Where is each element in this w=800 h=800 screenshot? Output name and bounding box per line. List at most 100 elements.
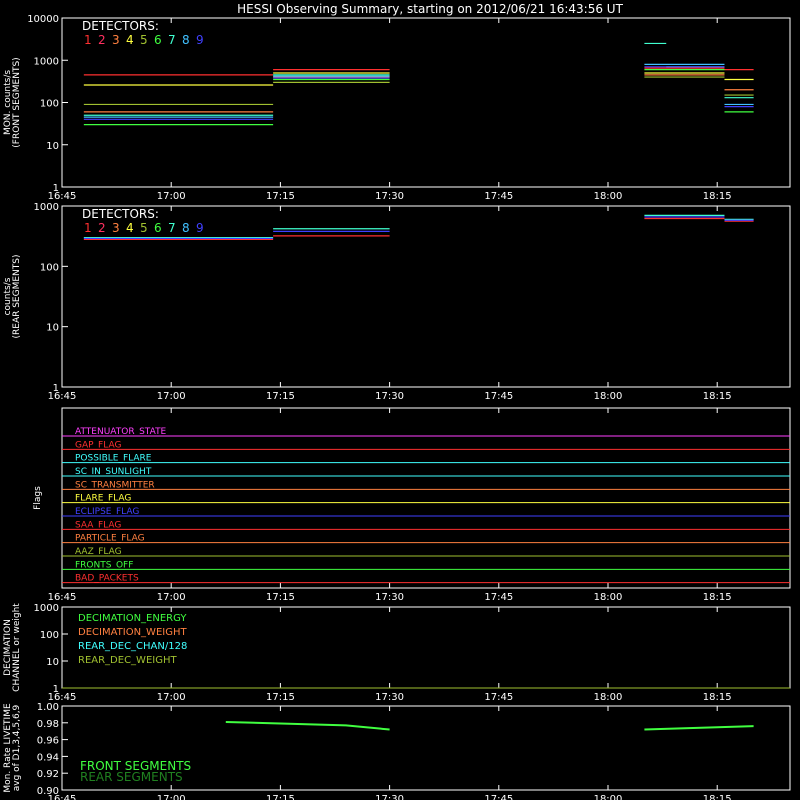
- decimation-legend-item-2: REAR_DEC_CHAN/128: [78, 641, 187, 652]
- front-legend-title: DETECTORS:: [82, 19, 159, 33]
- front-series-det-6: [83, 69, 754, 126]
- flags-x-tick-label: 18:00: [594, 592, 623, 603]
- decimation-y-axis-label: CHANNEL or weight: [12, 603, 22, 692]
- livetime-x-tick-label: 18:15: [703, 794, 732, 800]
- livetime-front-segment-1: [225, 720, 390, 731]
- decimation-x-tick-label: 17:15: [266, 692, 295, 703]
- decimation-y-tick-label: 10: [46, 657, 59, 668]
- livetime-x-tick-label: 18:00: [594, 794, 623, 800]
- flag-label-aaz_flag: AAZ_FLAG: [75, 547, 122, 557]
- front-legend-item-3: 3: [112, 33, 120, 47]
- front-legend-item-9: 9: [196, 33, 204, 47]
- rear-legend-item-6: 6: [154, 221, 162, 235]
- front-x-tick-label: 17:00: [157, 191, 186, 202]
- flag-label-sc_in_sunlight: SC_IN_SUNLIGHT: [75, 467, 152, 477]
- front-y-tick-label: 1: [53, 183, 59, 194]
- rear-legend-item-9: 9: [196, 221, 204, 235]
- decimation-x-tick-label: 17:45: [484, 692, 513, 703]
- flags-y-axis-label: Flags: [33, 486, 43, 510]
- front-legend-item-8: 8: [182, 33, 190, 47]
- rear-y-tick-label: 1000: [34, 202, 59, 213]
- decimation-x-tick-label: 18:00: [594, 692, 623, 703]
- livetime-y-tick-label: 0.92: [37, 769, 59, 780]
- figure-title: HESSI Observing Summary, starting on 201…: [237, 2, 623, 16]
- rear-y-tick-label: 1: [53, 383, 59, 394]
- front-legend-item-7: 7: [168, 33, 176, 47]
- livetime-x-tick-label: 17:30: [375, 794, 404, 800]
- front-y-axis-label: (FRONT SEGMENTS): [12, 57, 22, 147]
- livetime-x-tick-label: 17:45: [484, 794, 513, 800]
- flag-label-gap_flag: GAP_FLAG: [75, 440, 121, 450]
- front-legend-item-6: 6: [154, 33, 162, 47]
- front-y-tick-label: 10000: [27, 14, 59, 25]
- livetime-y-axis-label: avg of D1,3,4,5,6,9: [12, 704, 22, 791]
- front-y-tick-label: 10: [46, 141, 59, 152]
- decimation-y-tick-label: 1: [53, 684, 59, 695]
- summary-figure: HESSI Observing Summary, starting on 201…: [3, 2, 791, 800]
- rear-legend-item-4: 4: [126, 221, 134, 235]
- flag-label-saa_flag: SAA_FLAG: [75, 520, 121, 530]
- rear-legend-title: DETECTORS:: [82, 207, 159, 221]
- flags-x-tick-label: 18:15: [703, 592, 732, 603]
- front-legend-item-5: 5: [140, 33, 148, 47]
- flag-label-eclipse_flag: ECLIPSE_FLAG: [75, 507, 139, 517]
- flags-x-tick-label: 17:30: [375, 592, 404, 603]
- front-x-tick-label: 17:45: [484, 191, 513, 202]
- decimation-legend-item-3: REAR_DEC_WEIGHT: [78, 655, 177, 666]
- flags-x-tick-label: 17:00: [157, 592, 186, 603]
- flag-label-flare_flag: FLARE_FLAG: [75, 494, 131, 504]
- rear-legend-item-3: 3: [112, 221, 120, 235]
- decimation-y-tick-label: 100: [40, 630, 59, 641]
- rear-legend-item-5: 5: [140, 221, 148, 235]
- livetime-y-tick-label: 0.98: [37, 719, 59, 730]
- rear-x-tick-label: 17:45: [484, 391, 513, 402]
- flag-label-sc_transmitter: SC_TRANSMITTER: [75, 480, 155, 490]
- rear-x-tick-label: 17:15: [266, 391, 295, 402]
- front-x-tick-label: 17:30: [375, 191, 404, 202]
- front-legend-item-4: 4: [126, 33, 134, 47]
- front-y-tick-label: 1000: [34, 56, 59, 67]
- front-y-tick-label: 100: [40, 99, 59, 110]
- livetime-x-tick-label: 17:15: [266, 794, 295, 800]
- rear-y-tick-label: 10: [46, 323, 59, 334]
- decimation-legend-item-1: DECIMATION_WEIGHT: [78, 627, 187, 638]
- front-legend-item-2: 2: [98, 33, 106, 47]
- livetime-legend-item-1: REAR SEGMENTS: [80, 770, 183, 784]
- flag-label-attenuator_state: ATTENUATOR_STATE: [75, 427, 167, 437]
- livetime-x-tick-label: 17:00: [157, 794, 186, 800]
- flag-label-bad_packets: BAD_PACKETS: [75, 574, 139, 584]
- front-legend-item-1: 1: [84, 33, 92, 47]
- rear-x-tick-label: 18:15: [703, 391, 732, 402]
- decimation-legend-item-0: DECIMATION_ENERGY: [78, 613, 187, 624]
- front-series-det-5: [83, 76, 754, 106]
- flag-label-possible_flare: POSSIBLE_FLARE: [75, 454, 152, 464]
- decimation-x-tick-label: 17:00: [157, 692, 186, 703]
- flag-label-fronts_off: FRONTS_OFF: [75, 560, 133, 570]
- decimation-y-tick-label: 1000: [34, 603, 59, 614]
- flag-label-particle_flag: PARTICLE_FLAG: [75, 534, 145, 544]
- livetime-y-tick-label: 0.94: [37, 752, 59, 763]
- flags-frame: [61, 407, 791, 589]
- rear-x-tick-label: 18:00: [594, 391, 623, 402]
- front-x-tick-label: 18:00: [594, 191, 623, 202]
- rear-x-tick-label: 17:00: [157, 391, 186, 402]
- decimation-x-tick-label: 17:30: [375, 692, 404, 703]
- decimation-x-tick-label: 18:15: [703, 692, 732, 703]
- rear-legend-item-2: 2: [98, 221, 106, 235]
- front-x-tick-label: 17:15: [266, 191, 295, 202]
- livetime-front-segment-2: [644, 725, 754, 731]
- rear-y-tick-label: 100: [40, 262, 59, 273]
- rear-legend-item-7: 7: [168, 221, 176, 235]
- front-series-det-8: [83, 63, 754, 118]
- flags-x-tick-label: 17:45: [484, 592, 513, 603]
- livetime-y-tick-label: 1.00: [37, 702, 59, 713]
- flags-x-tick-label: 16:45: [48, 592, 77, 603]
- livetime-y-tick-label: 0.90: [37, 786, 59, 797]
- rear-legend-item-1: 1: [84, 221, 92, 235]
- rear-y-axis-label: (REAR SEGMENTS): [12, 254, 22, 338]
- front-x-tick-label: 18:15: [703, 191, 732, 202]
- front-series-det-3: [83, 74, 754, 113]
- flags-x-tick-label: 17:15: [266, 592, 295, 603]
- rear-x-tick-label: 17:30: [375, 391, 404, 402]
- livetime-y-tick-label: 0.96: [37, 736, 59, 747]
